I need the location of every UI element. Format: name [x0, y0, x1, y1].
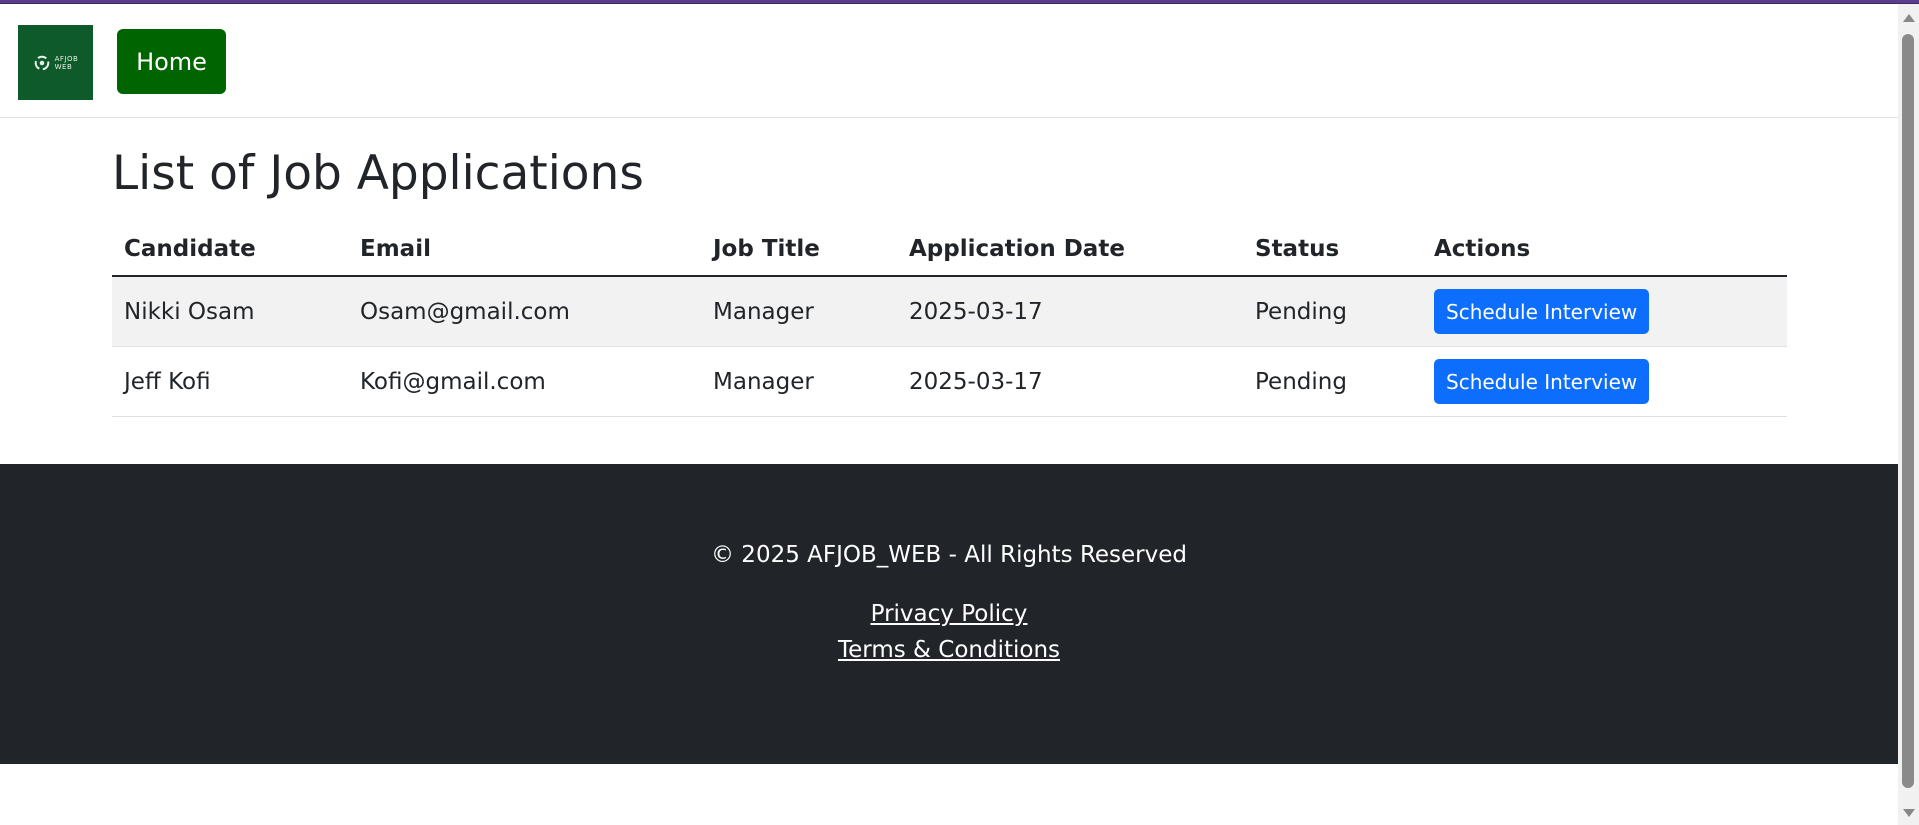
cell-status: Pending	[1243, 346, 1422, 417]
column-header-email: Email	[348, 223, 701, 277]
vertical-scrollbar[interactable]	[1898, 4, 1919, 825]
site-logo[interactable]: AFJOB WEB	[18, 25, 93, 100]
cell-actions: Schedule Interview	[1422, 346, 1787, 417]
footer: © 2025 AFJOB_WEB - All Rights Reserved P…	[0, 464, 1898, 764]
scroll-up-arrow-icon[interactable]	[1903, 14, 1915, 22]
logo-line-2: WEB	[54, 62, 73, 71]
privacy-policy-row: Privacy Policy	[0, 601, 1898, 627]
cell-candidate: Jeff Kofi	[112, 346, 348, 417]
logo-line-1: AFJOB	[54, 54, 79, 63]
navbar: AFJOB WEB Home	[0, 4, 1898, 118]
cell-candidate: Nikki Osam	[112, 276, 348, 347]
cell-job-title: Manager	[701, 276, 897, 347]
scrollbar-thumb[interactable]	[1902, 34, 1914, 788]
cell-email: Kofi@gmail.com	[348, 346, 701, 417]
column-header-job-title: Job Title	[701, 223, 897, 277]
cell-actions: Schedule Interview	[1422, 276, 1787, 347]
home-button[interactable]: Home	[117, 29, 226, 94]
terms-and-conditions-link[interactable]: Terms & Conditions	[838, 637, 1060, 663]
table-header-row: Candidate Email Job Title Application Da…	[112, 223, 1787, 277]
cell-email: Osam@gmail.com	[348, 276, 701, 347]
cell-application-date: 2025-03-17	[897, 276, 1243, 347]
copyright-text: © 2025 AFJOB_WEB - All Rights Reserved	[711, 542, 1187, 568]
table-row: Nikki Osam Osam@gmail.com Manager 2025-0…	[112, 276, 1787, 347]
cell-application-date: 2025-03-17	[897, 346, 1243, 417]
column-header-status: Status	[1243, 223, 1422, 277]
page-title: List of Job Applications	[112, 146, 644, 201]
logo-text: AFJOB WEB	[55, 55, 79, 71]
privacy-policy-link[interactable]: Privacy Policy	[871, 601, 1028, 627]
column-header-candidate: Candidate	[112, 223, 348, 277]
column-header-application-date: Application Date	[897, 223, 1243, 277]
column-header-actions: Actions	[1422, 223, 1787, 277]
cell-job-title: Manager	[701, 346, 897, 417]
schedule-interview-button[interactable]: Schedule Interview	[1434, 289, 1650, 334]
table-row: Jeff Kofi Kofi@gmail.com Manager 2025-03…	[112, 346, 1787, 417]
applications-table: Candidate Email Job Title Application Da…	[112, 223, 1787, 417]
terms-row: Terms & Conditions	[0, 637, 1898, 663]
logo-swirl-icon	[34, 55, 49, 70]
scroll-down-arrow-icon[interactable]	[1903, 809, 1915, 817]
cell-status: Pending	[1243, 276, 1422, 347]
schedule-interview-button[interactable]: Schedule Interview	[1434, 359, 1650, 404]
